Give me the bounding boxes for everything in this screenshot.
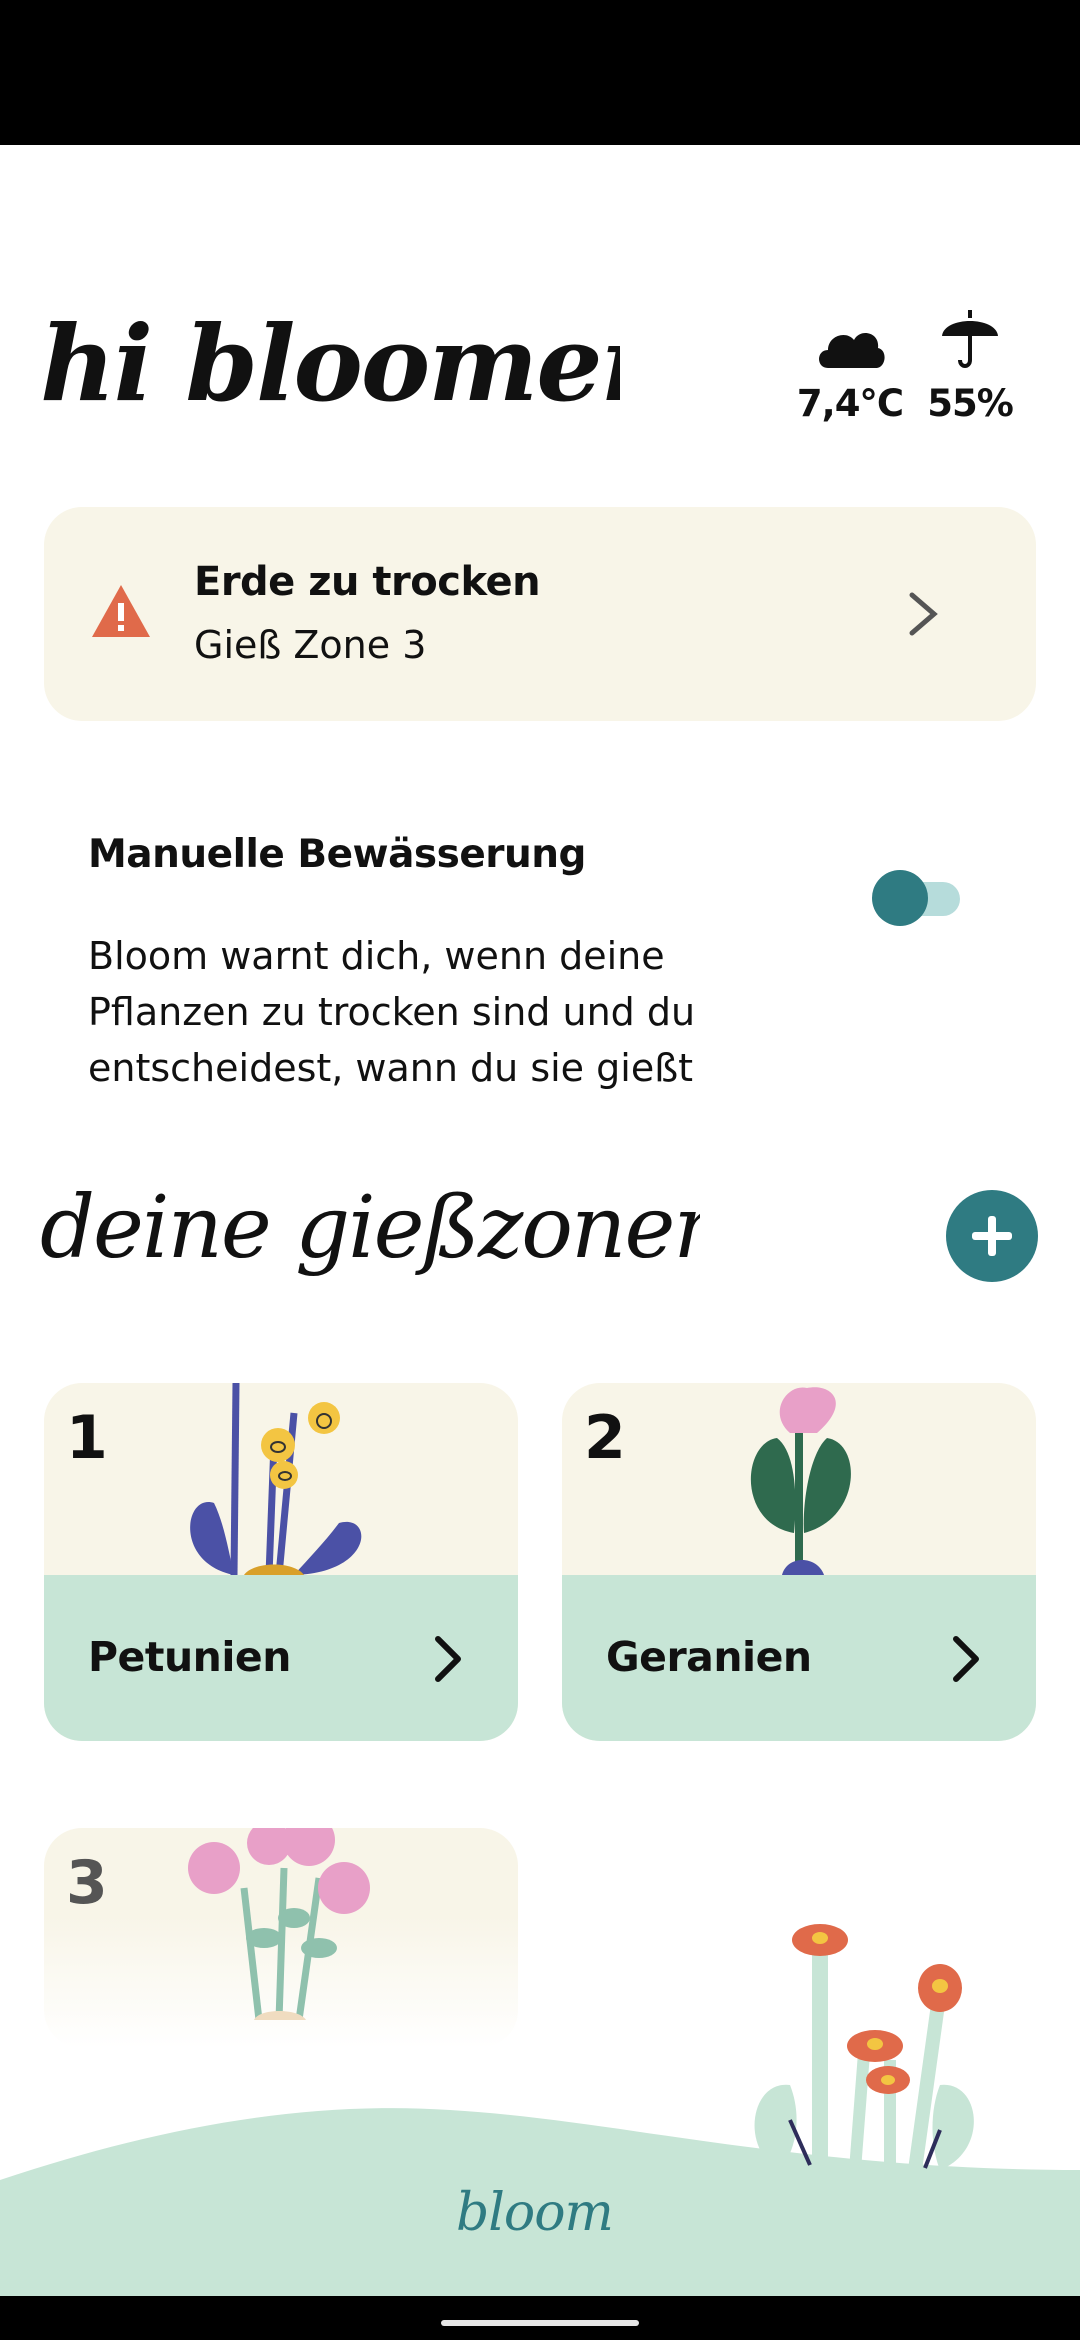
greeting-title: hi bloomer (40, 302, 620, 425)
toggle-thumb (872, 870, 928, 926)
manual-watering-toggle[interactable] (872, 868, 962, 926)
zone-number: 3 (66, 1848, 108, 1918)
home-gesture-handle[interactable] (441, 2320, 639, 2326)
plus-icon (972, 1216, 1012, 1256)
svg-text:deine gießzonen: deine gießzonen (40, 1178, 700, 1278)
zone-card-2[interactable]: 2 Geranien (562, 1383, 1036, 1741)
flower-illustration (188, 1828, 370, 2020)
zone-number: 2 (584, 1403, 626, 1473)
zone-name: Geranien (606, 1633, 812, 1681)
zones-title: deine gießzonen (40, 1178, 700, 1278)
manual-watering-title: Manuelle Bewässerung (88, 832, 586, 877)
geranium-illustration (750, 1387, 851, 1575)
zone-number: 1 (66, 1403, 108, 1473)
alert-title: Erde zu trocken (194, 559, 541, 605)
temperature-value: 7,4°C (796, 382, 904, 425)
manual-watering-section: Manuelle Bewässerung Bloom warnt dich, w… (88, 832, 1008, 1090)
chevron-right-icon (953, 1636, 979, 1682)
status-bar (0, 0, 1080, 145)
dry-soil-alert[interactable]: Erde zu trocken Gieß Zone 3 (44, 507, 1036, 721)
navigation-bar (0, 2296, 1080, 2340)
manual-watering-description: Bloom warnt dich, wenn deine Pflanzen zu… (88, 934, 696, 1090)
chevron-right-icon (435, 1636, 461, 1682)
rain-value: 55% (927, 382, 1014, 425)
zone-footer: Petunien (44, 1575, 518, 1741)
add-zone-button[interactable] (946, 1190, 1038, 1282)
zone-footer: Geranien (562, 1575, 1036, 1741)
cloud-icon (790, 310, 910, 370)
zone-name: Petunien (88, 1633, 291, 1681)
petunia-illustration (190, 1383, 362, 1575)
bloom-logo: bloom (456, 2183, 614, 2243)
zone-card-1[interactable]: 1 Petunien (44, 1383, 518, 1741)
svg-text:hi bloomer: hi bloomer (40, 302, 620, 425)
alert-subtitle: Gieß Zone 3 (194, 623, 427, 667)
warning-icon (92, 585, 150, 637)
zone-card-3[interactable]: 3 (44, 1828, 518, 2048)
weather-rain: 55% (920, 310, 1020, 430)
umbrella-icon (920, 310, 1020, 370)
chevron-right-icon (909, 592, 938, 636)
poppy-illustration (754, 1924, 974, 2171)
weather-temperature: 7,4°C (790, 310, 910, 430)
svg-text:bloom: bloom (456, 2183, 613, 2243)
